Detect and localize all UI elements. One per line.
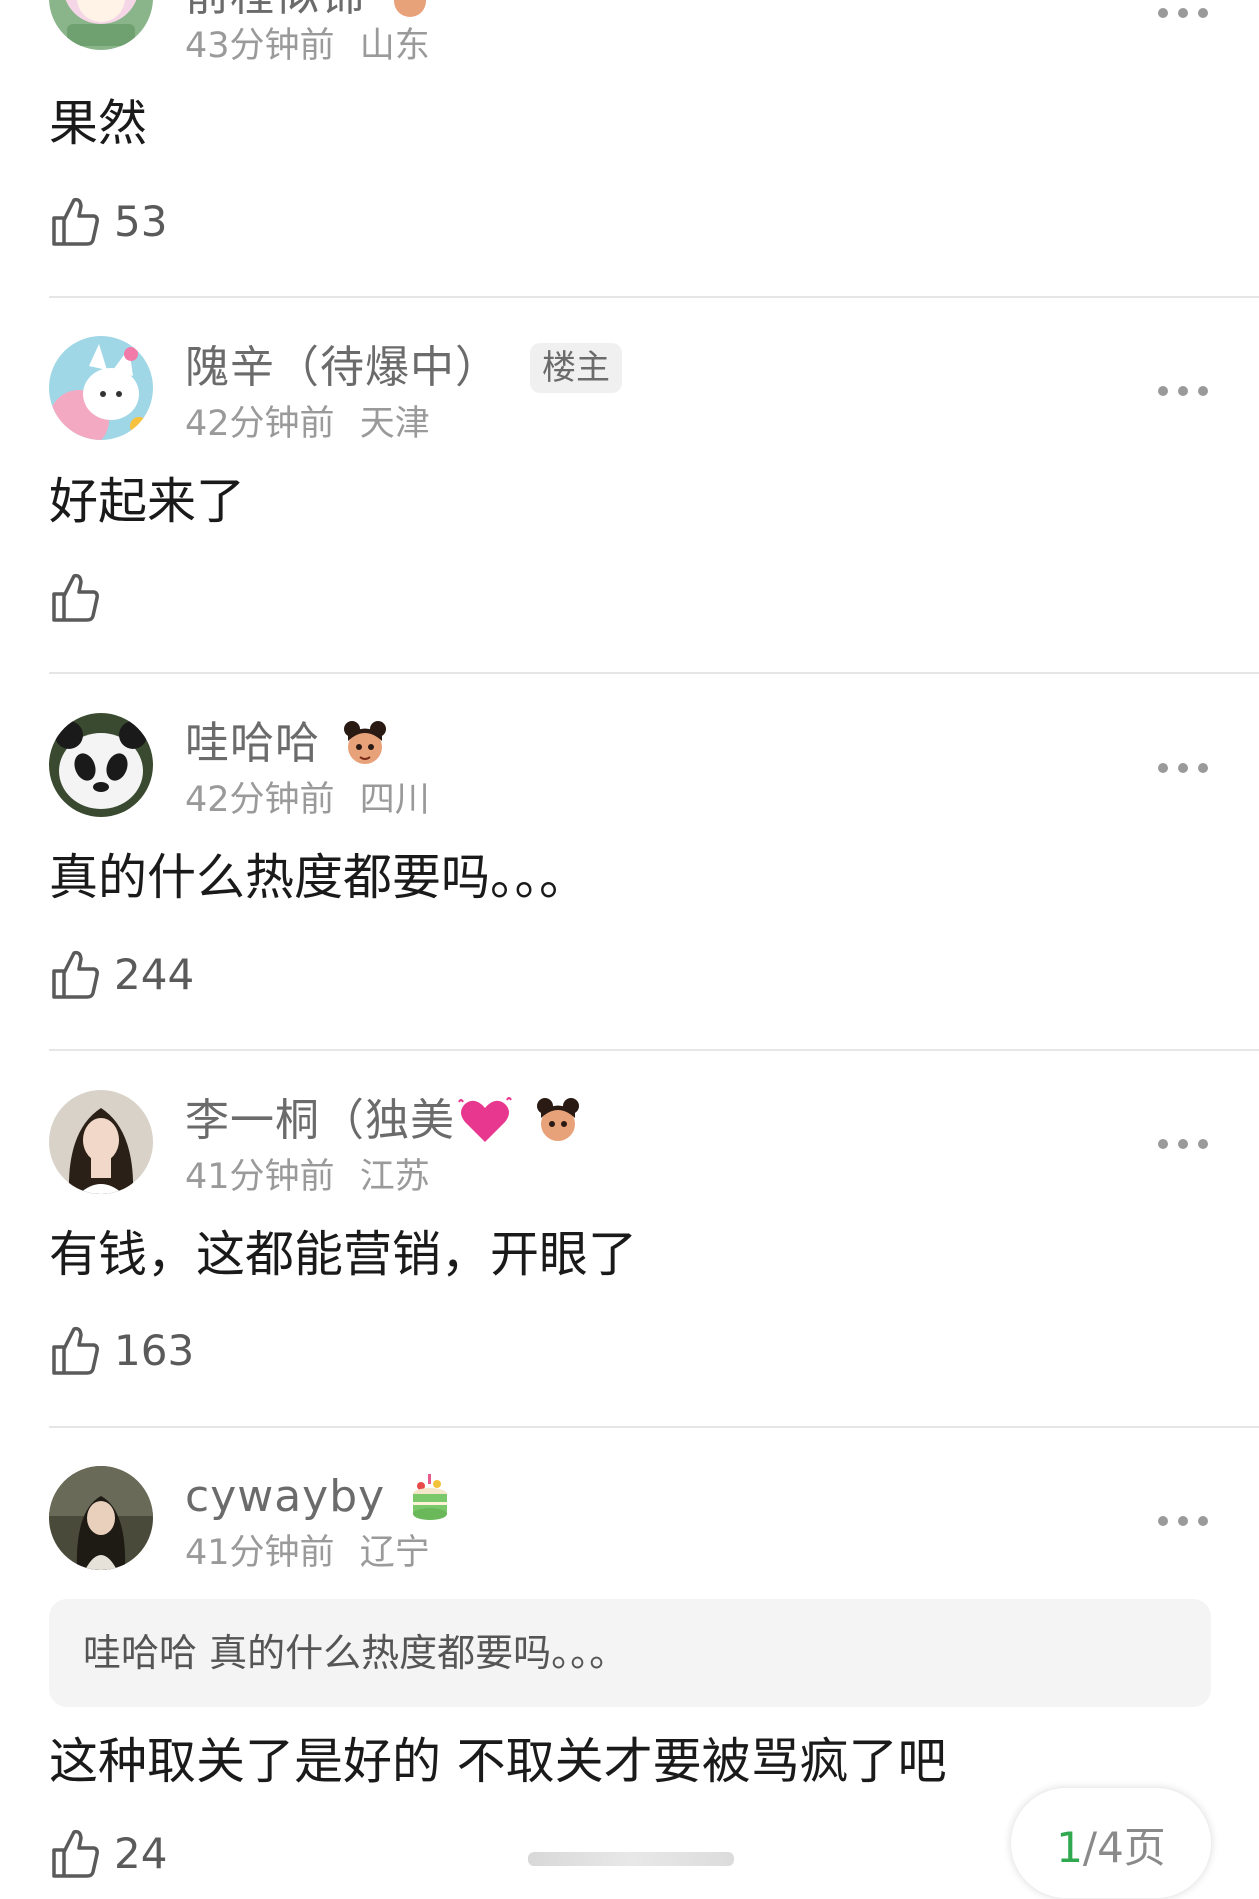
page-indicator-button[interactable]: 1/4页 xyxy=(1010,1787,1212,1899)
page-current: 1 xyxy=(1056,1823,1083,1872)
divider xyxy=(49,296,1259,298)
comment-user-row: cywayby xyxy=(185,1467,453,1527)
comment-time: 42分钟前 xyxy=(185,780,335,820)
thumbs-up-icon xyxy=(52,1829,99,1878)
like-count: 53 xyxy=(114,197,168,246)
avatar[interactable] xyxy=(49,1090,153,1194)
username[interactable]: cywayby xyxy=(185,1467,385,1527)
comment-location: 辽宁 xyxy=(359,1533,430,1573)
comment-location: 四川 xyxy=(359,780,430,820)
comment-time: 41分钟前 xyxy=(185,1533,335,1573)
comment-meta: 43分钟前 山东 xyxy=(185,24,430,68)
divider xyxy=(49,1426,1259,1428)
thumbs-up-icon xyxy=(52,197,99,246)
child-emoji-icon xyxy=(537,1098,579,1141)
username[interactable]: 哇哈哈 xyxy=(185,714,320,774)
child-emoji-icon xyxy=(344,721,386,764)
more-options-icon[interactable] xyxy=(1158,761,1208,775)
username[interactable]: 李一桐（独美 xyxy=(185,1091,455,1151)
comment-time: 43分钟前 xyxy=(185,26,335,66)
comment-location: 江苏 xyxy=(359,1157,430,1197)
avatar[interactable] xyxy=(49,1466,153,1570)
page-total: 4页 xyxy=(1097,1823,1166,1872)
comment-location: 山东 xyxy=(359,26,430,66)
owner-badge: 楼主 xyxy=(530,343,622,393)
avatar[interactable] xyxy=(49,0,153,50)
like-count: 163 xyxy=(114,1326,195,1375)
thumbs-up-icon xyxy=(52,950,99,999)
quoted-content: 真的什么热度都要吗。。。 xyxy=(209,1631,628,1675)
comment-text: 果然 xyxy=(49,95,148,152)
comment-time: 41分钟前 xyxy=(185,1157,335,1197)
comment-text: 这种取关了是好的 不取关才要被骂疯了吧 xyxy=(49,1733,947,1790)
heart-emoji-icon xyxy=(458,1097,512,1142)
page-indicator-text: 1/4页 xyxy=(1011,1814,1211,1875)
thumbs-up-icon xyxy=(52,1326,99,1375)
username[interactable]: 隗辛（待爆中） xyxy=(185,338,500,398)
more-options-icon[interactable] xyxy=(1158,1137,1208,1151)
avatar[interactable] xyxy=(49,336,153,440)
like-count: 244 xyxy=(114,950,195,999)
username[interactable]: 前程似锦 xyxy=(185,0,365,26)
like-count: 24 xyxy=(114,1829,168,1878)
comment-location: 天津 xyxy=(359,404,430,444)
quoted-reply[interactable]: 哇哈哈 真的什么热度都要吗。。。 xyxy=(49,1599,1211,1707)
comment-user-row: 隗辛（待爆中） 楼主 xyxy=(185,338,622,398)
avatar[interactable] xyxy=(49,713,153,817)
comment-user-row: 哇哈哈 xyxy=(185,714,388,774)
comment-text: 好起来了 xyxy=(49,473,246,530)
quoted-user[interactable]: 哇哈哈 xyxy=(83,1631,197,1675)
comment-user-row: 前程似锦 xyxy=(185,0,433,26)
page-separator: / xyxy=(1082,1823,1098,1872)
more-options-icon[interactable] xyxy=(1158,6,1208,20)
comment-user-row: 李一桐（独美 xyxy=(185,1091,581,1151)
comment-text: 真的什么热度都要吗。。。 xyxy=(49,849,589,906)
thumbs-up-icon xyxy=(52,573,99,622)
cake-emoji-icon xyxy=(413,1474,448,1520)
divider xyxy=(49,1049,1259,1051)
comment-meta: 41分钟前 江苏 xyxy=(185,1155,430,1199)
comment-meta: 42分钟前 四川 xyxy=(185,778,430,822)
like-button[interactable] xyxy=(50,570,114,626)
quoted-reply-text: 哇哈哈 真的什么热度都要吗。。。 xyxy=(83,1627,627,1679)
like-button[interactable]: 24 xyxy=(50,1826,167,1882)
like-button[interactable]: 163 xyxy=(50,1323,194,1379)
divider xyxy=(49,672,1259,674)
child-emoji-icon xyxy=(394,0,426,17)
comment-text: 有钱，这都能营销，开眼了 xyxy=(49,1226,638,1283)
blurred-bar xyxy=(528,1852,734,1866)
comment-meta: 42分钟前 天津 xyxy=(185,402,430,446)
like-button[interactable]: 53 xyxy=(50,194,167,250)
like-button[interactable]: 244 xyxy=(50,947,194,1003)
comment-time: 42分钟前 xyxy=(185,404,335,444)
more-options-icon[interactable] xyxy=(1158,1514,1208,1528)
more-options-icon[interactable] xyxy=(1158,384,1208,398)
comment-list: 前程似锦 43分钟前 山东 果然 53 xyxy=(0,0,1259,1899)
comment-meta: 41分钟前 辽宁 xyxy=(185,1531,430,1575)
